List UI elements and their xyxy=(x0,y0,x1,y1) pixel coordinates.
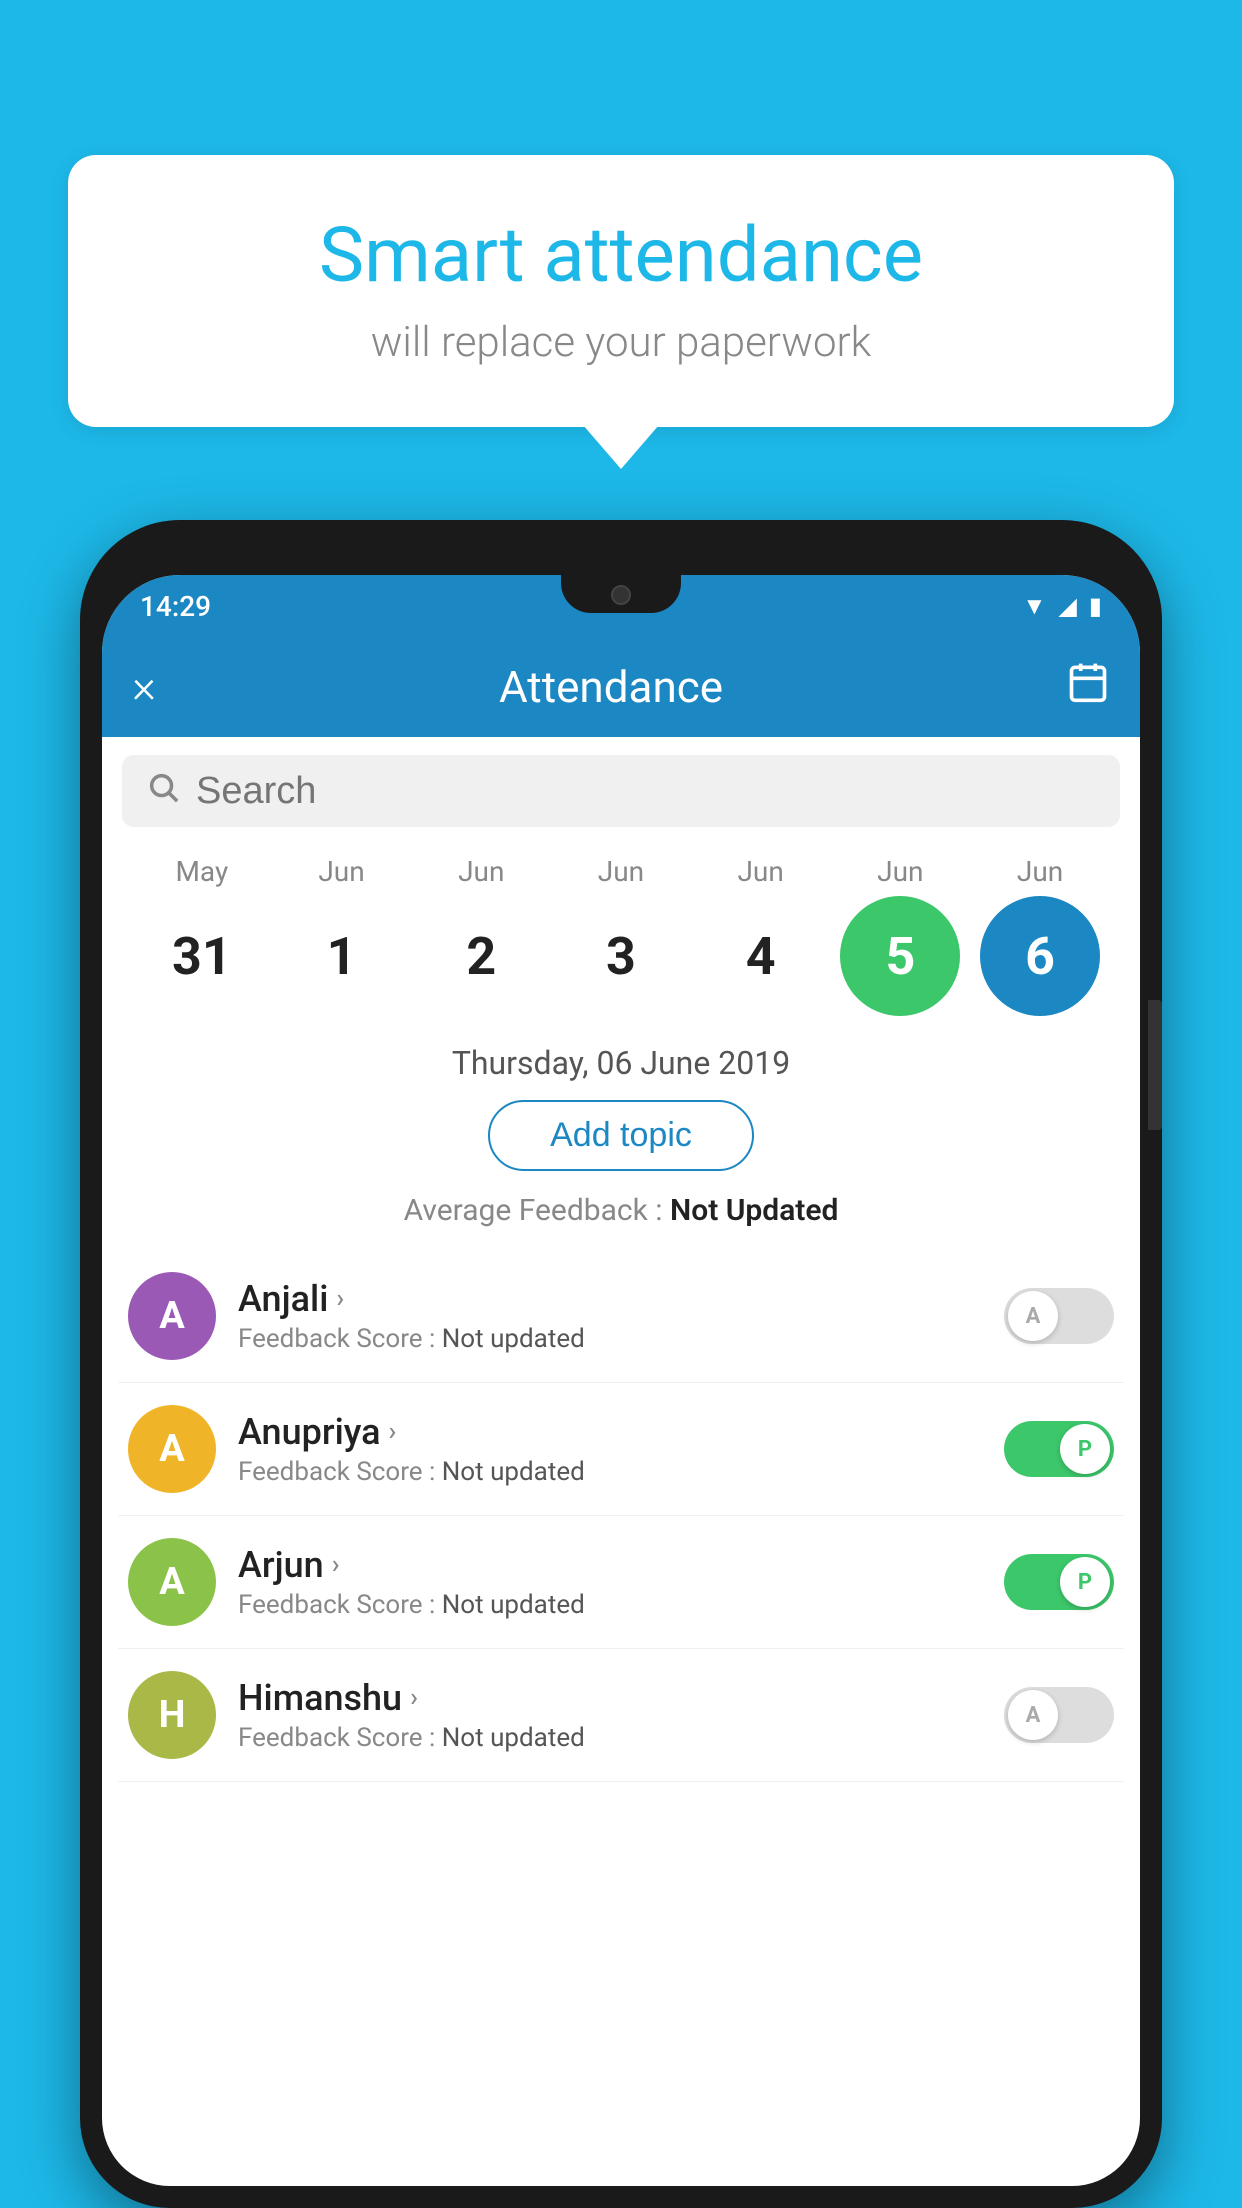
date-5[interactable]: 5 xyxy=(840,896,960,1016)
attendance-toggle-anjali[interactable]: A xyxy=(1004,1288,1114,1344)
phone-screen: 14:29 ▼ ◢ ▮ × Attendance xyxy=(102,575,1140,2186)
toggle-arjun[interactable]: P xyxy=(1004,1554,1114,1610)
student-info-himanshu: Himanshu › Feedback Score : Not updated xyxy=(238,1677,1004,1753)
calendar-row: May Jun Jun Jun Jun Jun Jun 31 1 2 3 4 5… xyxy=(102,845,1140,1034)
search-bar[interactable] xyxy=(122,755,1120,827)
search-icon xyxy=(146,770,180,813)
student-item-anjali[interactable]: A Anjali › Feedback Score : Not updated … xyxy=(118,1250,1124,1383)
student-name-himanshu: Himanshu › xyxy=(238,1677,1004,1719)
wifi-icon: ▼ xyxy=(1023,592,1047,621)
avatar-anjali: A xyxy=(128,1272,216,1360)
month-3: Jun xyxy=(561,855,681,888)
student-name-anjali: Anjali › xyxy=(238,1278,1004,1320)
date-3[interactable]: 3 xyxy=(561,896,681,1016)
student-feedback-himanshu: Feedback Score : Not updated xyxy=(238,1723,1004,1753)
student-item-arjun[interactable]: A Arjun › Feedback Score : Not updated P xyxy=(118,1516,1124,1649)
date-4[interactable]: 4 xyxy=(701,896,821,1016)
month-5: Jun xyxy=(840,855,960,888)
chevron-icon: › xyxy=(389,1417,397,1447)
toggle-thumb-anjali: A xyxy=(1008,1291,1058,1341)
app-bar: × Attendance xyxy=(102,637,1140,737)
avg-feedback-value: Not Updated xyxy=(670,1193,838,1228)
student-info-anjali: Anjali › Feedback Score : Not updated xyxy=(238,1278,1004,1354)
add-topic-button[interactable]: Add topic xyxy=(488,1100,754,1171)
app-title: Attendance xyxy=(499,661,723,713)
student-name-anupriya: Anupriya › xyxy=(238,1411,1004,1453)
search-input[interactable] xyxy=(196,770,1096,813)
date-1[interactable]: 1 xyxy=(282,896,402,1016)
bubble-title: Smart attendance xyxy=(128,210,1114,300)
student-name-arjun: Arjun › xyxy=(238,1544,1004,1586)
student-list: A Anjali › Feedback Score : Not updated … xyxy=(102,1250,1140,1782)
chevron-icon: › xyxy=(332,1550,340,1580)
battery-icon: ▮ xyxy=(1089,592,1102,620)
date-2[interactable]: 2 xyxy=(421,896,541,1016)
phone-frame: 14:29 ▼ ◢ ▮ × Attendance xyxy=(80,520,1162,2208)
close-button[interactable]: × xyxy=(132,660,156,714)
signal-icon: ◢ xyxy=(1058,592,1076,620)
toggle-himanshu[interactable]: A xyxy=(1004,1687,1114,1743)
date-31[interactable]: 31 xyxy=(142,896,262,1016)
month-4: Jun xyxy=(701,855,821,888)
month-6: Jun xyxy=(980,855,1100,888)
toggle-thumb-himanshu: A xyxy=(1008,1690,1058,1740)
toggle-thumb-anupriya: P xyxy=(1060,1424,1110,1474)
bubble-subtitle: will replace your paperwork xyxy=(128,318,1114,367)
student-feedback-anjali: Feedback Score : Not updated xyxy=(238,1324,1004,1354)
avg-feedback-label: Average Feedback : xyxy=(404,1193,670,1228)
month-1: Jun xyxy=(282,855,402,888)
month-2: Jun xyxy=(421,855,541,888)
avg-feedback: Average Feedback : Not Updated xyxy=(102,1193,1140,1228)
phone-notch xyxy=(561,575,681,613)
month-row: May Jun Jun Jun Jun Jun Jun xyxy=(122,855,1120,888)
toggle-anjali[interactable]: A xyxy=(1004,1288,1114,1344)
student-feedback-anupriya: Feedback Score : Not updated xyxy=(238,1457,1004,1487)
avatar-himanshu: H xyxy=(128,1671,216,1759)
camera-icon xyxy=(611,585,631,605)
avatar-anupriya: A xyxy=(128,1405,216,1493)
attendance-toggle-anupriya[interactable]: P xyxy=(1004,1421,1114,1477)
month-0: May xyxy=(142,855,262,888)
student-info-anupriya: Anupriya › Feedback Score : Not updated xyxy=(238,1411,1004,1487)
date-6[interactable]: 6 xyxy=(980,896,1100,1016)
selected-date: Thursday, 06 June 2019 xyxy=(102,1034,1140,1100)
speech-bubble: Smart attendance will replace your paper… xyxy=(68,155,1174,427)
volume-button xyxy=(1148,1000,1162,1130)
status-icons: ▼ ◢ ▮ xyxy=(1023,592,1102,621)
student-info-arjun: Arjun › Feedback Score : Not updated xyxy=(238,1544,1004,1620)
student-feedback-arjun: Feedback Score : Not updated xyxy=(238,1590,1004,1620)
student-item-anupriya[interactable]: A Anupriya › Feedback Score : Not update… xyxy=(118,1383,1124,1516)
attendance-toggle-arjun[interactable]: P xyxy=(1004,1554,1114,1610)
chevron-icon: › xyxy=(336,1284,344,1314)
calendar-icon[interactable] xyxy=(1066,660,1110,714)
avatar-arjun: A xyxy=(128,1538,216,1626)
chevron-icon: › xyxy=(410,1683,418,1713)
toggle-thumb-arjun: P xyxy=(1060,1557,1110,1607)
date-row: 31 1 2 3 4 5 6 xyxy=(122,888,1120,1034)
status-time: 14:29 xyxy=(140,590,211,623)
student-item-himanshu[interactable]: H Himanshu › Feedback Score : Not update… xyxy=(118,1649,1124,1782)
attendance-toggle-himanshu[interactable]: A xyxy=(1004,1687,1114,1743)
toggle-anupriya[interactable]: P xyxy=(1004,1421,1114,1477)
